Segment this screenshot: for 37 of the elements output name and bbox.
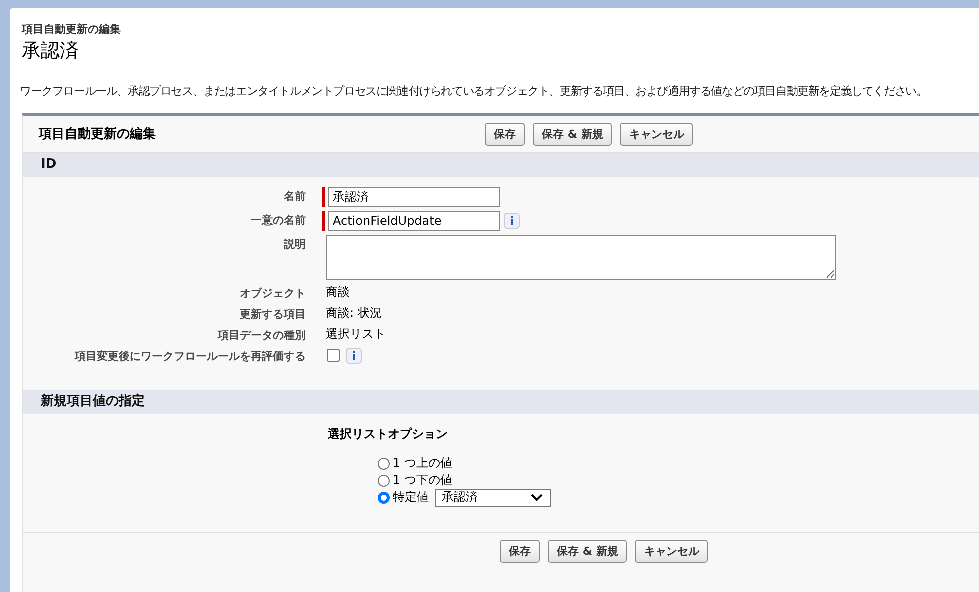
page-title: 承認済 [22,39,80,64]
chevron-down-icon [530,492,544,502]
field-value: 商談: 状況 [326,305,382,322]
radio-button[interactable] [378,492,390,504]
text-input[interactable]: 承認済 [328,187,500,207]
field-label: 一意の名前 [250,213,306,229]
field-value: 選択リスト [326,326,386,343]
field-value: 商談 [326,284,350,301]
options-title: 選択リストオプション [328,426,449,443]
save-button[interactable]: 保存 [485,122,525,146]
cancel-button[interactable]: キャンセル [635,540,708,563]
section-header: 新規項目値の指定 [23,390,979,414]
cancel-button[interactable]: キャンセル [620,122,694,146]
save-new-button[interactable]: 保存 & 新規 [548,540,628,563]
field-label: 項目データの種別 [216,328,306,343]
info-icon[interactable] [504,213,520,229]
panel-title: 項目自動更新の編集 [38,126,157,143]
save-button[interactable]: 保存 [500,540,540,563]
option-label: 1 つ下の値 [393,472,452,489]
text-input[interactable]: ActionFieldUpdate [328,211,500,231]
description-textarea[interactable] [326,235,836,280]
field-label: 更新する項目 [239,307,306,322]
save-new-button[interactable]: 保存 & 新規 [533,122,612,146]
section-header: ID [23,153,979,177]
checkbox[interactable] [327,349,340,362]
field-label: オブジェクト [239,286,306,301]
breadcrumb: 項目自動更新の編集 [22,22,122,37]
page-description: ワークフロールール、承認プロセス、またはエンタイトルメントプロセスに関連付けられているオブジェクト、更新する項目、および適用する値などの項目自動更新を定義してください。 [20,84,928,99]
field-label: 項目変更後にワークフロールールを再評価する [74,349,306,364]
value-dropdown[interactable]: 承認済 [435,488,551,506]
radio-button[interactable] [378,474,390,486]
option-label: 特定値 [393,489,429,506]
radio-button[interactable] [378,458,390,470]
option-label: 1 つ上の値 [393,455,452,472]
field-label: 名前 [283,189,306,205]
info-icon[interactable] [346,348,362,364]
field-label: 説明 [282,237,306,253]
